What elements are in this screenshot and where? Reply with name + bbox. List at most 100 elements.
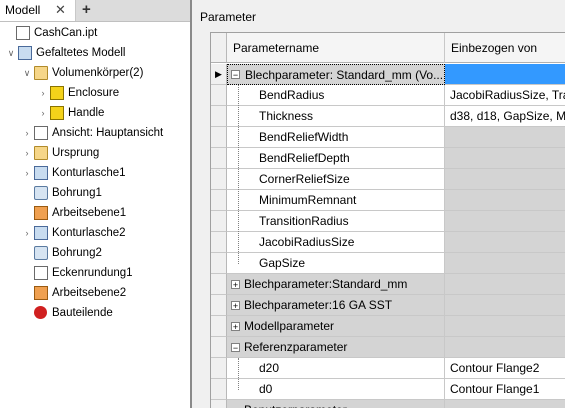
row-selector[interactable] (211, 316, 227, 337)
used-by-cell[interactable] (445, 274, 565, 295)
folded-model-icon (18, 46, 32, 60)
used-by-cell[interactable] (445, 316, 565, 337)
tree-item[interactable]: Bauteilende (0, 303, 190, 323)
tree-indent (227, 358, 247, 379)
row-selector[interactable] (211, 274, 227, 295)
contour-flange-icon (34, 166, 48, 180)
tree-indent (227, 232, 247, 253)
used-by-cell[interactable]: d38, d18, GapSize, Mini (445, 106, 565, 127)
used-by-cell[interactable] (445, 211, 565, 232)
row-selector[interactable] (211, 232, 227, 253)
row-selector[interactable] (211, 400, 227, 408)
collapse-icon[interactable]: − (231, 343, 240, 353)
parameter-name-cell[interactable]: TransitionRadius (247, 211, 445, 232)
expand-icon[interactable]: + (231, 280, 240, 290)
chevron-down-icon[interactable]: ∨ (22, 63, 32, 83)
chevron-right-icon[interactable]: › (22, 143, 32, 163)
parameter-name-cell[interactable]: BendReliefDepth (247, 148, 445, 169)
work-plane-icon (34, 286, 48, 300)
solid-bodies-folder-icon (34, 66, 48, 80)
used-by-cell[interactable] (445, 337, 565, 358)
parameter-name-cell[interactable]: GapSize (247, 253, 445, 274)
row-selector[interactable] (211, 211, 227, 232)
tab-modell[interactable]: Modell ✕ (0, 0, 76, 21)
row-selector[interactable] (211, 379, 227, 400)
used-by-cell[interactable] (445, 169, 565, 190)
tree-item[interactable]: › Ansicht: Hauptansicht (0, 123, 190, 143)
collapse-icon[interactable]: − (231, 70, 240, 80)
tree-item[interactable]: › Enclosure (0, 83, 190, 103)
parameter-name-cell[interactable]: JacobiRadiusSize (247, 232, 445, 253)
tree-item-label: Bohrung2 (52, 247, 102, 259)
parameter-name-cell[interactable]: BendReliefWidth (247, 127, 445, 148)
row-selector[interactable] (211, 148, 227, 169)
row-selector[interactable] (211, 253, 227, 274)
row-selector[interactable] (211, 106, 227, 127)
used-by-cell[interactable] (445, 400, 565, 408)
tree-item-label: Arbeitsebene2 (52, 287, 127, 299)
parameter-group-row[interactable]: Benutzerparameter (227, 400, 445, 408)
tree-item[interactable]: › Konturlasche2 (0, 223, 190, 243)
parameter-name-cell[interactable]: BendRadius (247, 85, 445, 106)
expand-icon[interactable]: + (231, 301, 240, 311)
row-selector[interactable]: ▶ (211, 64, 227, 85)
tree-item[interactable]: Bohrung2 (0, 243, 190, 263)
tree-item[interactable]: Arbeitsebene2 (0, 283, 190, 303)
solid-body-icon (50, 86, 64, 100)
used-by-cell[interactable] (445, 253, 565, 274)
used-by-cell[interactable] (445, 127, 565, 148)
tree-item[interactable]: › Ursprung (0, 143, 190, 163)
add-tab-icon[interactable]: + (82, 1, 91, 18)
parameter-grid: Parametername Einbezogen von ▶ Blechparam… (210, 32, 565, 408)
used-by-cell[interactable]: Contour Flange2 (445, 358, 565, 379)
parameter-name-cell[interactable]: CornerReliefSize (247, 169, 445, 190)
used-by-cell[interactable] (445, 232, 565, 253)
row-selector[interactable] (211, 337, 227, 358)
used-by-cell[interactable] (445, 295, 565, 316)
used-by-cell[interactable] (445, 148, 565, 169)
column-header-einbezogen-von[interactable]: Einbezogen von (445, 33, 565, 63)
tree-item[interactable]: › Konturlasche1 (0, 163, 190, 183)
tree-item-label: Volumenkörper(2) (52, 67, 144, 79)
hole-icon (34, 246, 48, 260)
row-selector[interactable] (211, 127, 227, 148)
tree-item[interactable]: CashCan.ipt (0, 23, 190, 43)
column-header-parametername[interactable]: Parametername (227, 33, 445, 63)
tree-item[interactable]: Bohrung1 (0, 183, 190, 203)
tree-item[interactable]: › Handle (0, 103, 190, 123)
chevron-right-icon[interactable]: › (38, 83, 48, 103)
tree-item[interactable]: ∨ Gefaltetes Modell (0, 43, 190, 63)
tree-connector-line (238, 358, 239, 390)
parameter-group-row[interactable]: Referenzparameter (227, 337, 445, 358)
tree-item[interactable]: ∨ Volumenkörper(2) (0, 63, 190, 83)
tree-item[interactable]: Arbeitsebene1 (0, 203, 190, 223)
row-selector[interactable] (211, 190, 227, 211)
parameter-group-row[interactable]: Blechparameter: Standard_mm (Vo... (227, 64, 445, 85)
used-by-cell[interactable]: Contour Flange1 (445, 379, 565, 400)
row-selector[interactable] (211, 85, 227, 106)
parameter-group-row[interactable]: Modellparameter (227, 316, 445, 337)
chevron-right-icon[interactable]: › (22, 123, 32, 143)
row-selector[interactable] (211, 169, 227, 190)
used-by-cell[interactable] (445, 64, 565, 85)
chevron-right-icon[interactable]: › (22, 223, 32, 243)
tree-item-label: Bauteilende (52, 307, 113, 319)
row-selector[interactable] (211, 358, 227, 379)
view-rep-icon (34, 126, 48, 140)
parameter-group-row[interactable]: Blechparameter:Standard_mm (227, 274, 445, 295)
parameter-name-cell[interactable]: d0 (247, 379, 445, 400)
parameter-name-cell[interactable]: Thickness (247, 106, 445, 127)
expand-icon[interactable]: + (231, 322, 240, 332)
chevron-right-icon[interactable]: › (22, 163, 32, 183)
tree-indent (227, 379, 247, 400)
used-by-cell[interactable]: JacobiRadiusSize, Trans (445, 85, 565, 106)
chevron-down-icon[interactable]: ∨ (6, 43, 16, 63)
tree-item[interactable]: Eckenrundung1 (0, 263, 190, 283)
parameter-name-cell[interactable]: d20 (247, 358, 445, 379)
parameter-name-cell[interactable]: MinimumRemnant (247, 190, 445, 211)
row-selector[interactable] (211, 295, 227, 316)
chevron-right-icon[interactable]: › (38, 103, 48, 123)
close-icon[interactable]: ✕ (55, 2, 66, 18)
parameter-group-row[interactable]: Blechparameter:16 GA SST (227, 295, 445, 316)
used-by-cell[interactable] (445, 190, 565, 211)
